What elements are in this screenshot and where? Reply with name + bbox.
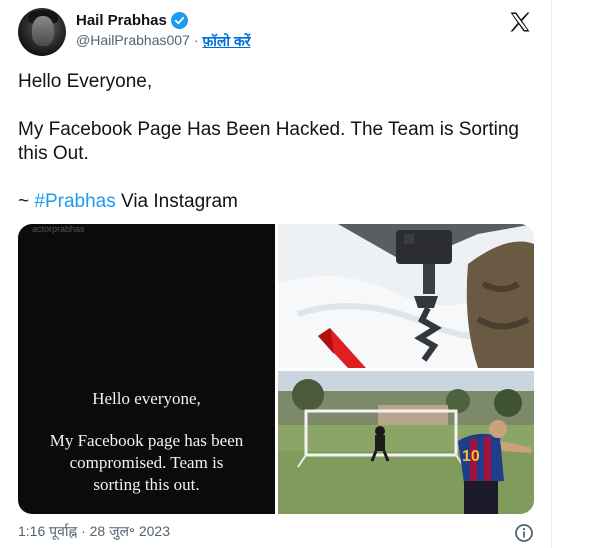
- story-handle: actorprabhas: [32, 224, 85, 234]
- verified-badge-icon: [170, 12, 188, 29]
- handle-row: @HailPrabhas007 · फ़ॉलो करें: [76, 32, 250, 51]
- tweet-spacer-2: [18, 166, 538, 190]
- media-football-image[interactable]: 10: [278, 371, 534, 514]
- football-scene: 10: [278, 371, 534, 514]
- timestamp[interactable]: 1:16 पूर्वाह्न · 28 जुल॰ 2023: [18, 523, 170, 539]
- follow-button[interactable]: फ़ॉलो करें: [203, 32, 251, 51]
- media-grid: actorprabhas Hello everyone, My Facebook…: [18, 224, 534, 514]
- hashtag-link[interactable]: #Prabhas: [34, 191, 115, 212]
- author-handle[interactable]: @HailPrabhas007: [76, 32, 190, 51]
- avatar[interactable]: [18, 8, 66, 56]
- author-name-row: Hail Prabhas: [76, 12, 250, 29]
- tweet-spacer-1: [18, 94, 538, 118]
- info-icon[interactable]: [514, 523, 534, 543]
- jersey-number: 10: [462, 448, 480, 465]
- story-line-4: sorting this out.: [93, 475, 200, 494]
- story-line-2: My Facebook page has been: [49, 431, 244, 450]
- tweet-header: Hail Prabhas @HailPrabhas007 · फ़ॉलो करे…: [18, 8, 534, 56]
- tweet-text: Hello Everyone, My Facebook Page Has Bee…: [18, 70, 538, 214]
- display-name[interactable]: Hail Prabhas: [76, 12, 167, 29]
- tweet-line-message: My Facebook Page Has Been Hacked. The Te…: [18, 119, 519, 164]
- x-logo-icon[interactable]: [508, 10, 532, 34]
- tweet-card: Hail Prabhas @HailPrabhas007 · फ़ॉलो करे…: [0, 0, 552, 548]
- story-line-1: Hello everyone,: [92, 389, 201, 408]
- handle-separator: ·: [193, 32, 199, 48]
- tweet-footer: 1:16 पूर्वाह्न · 28 जुल॰ 2023: [18, 522, 534, 544]
- author-block: Hail Prabhas @HailPrabhas007 · फ़ॉलो करे…: [76, 12, 250, 51]
- story-line-3: compromised. Team is: [69, 453, 224, 472]
- media-drill-image[interactable]: [278, 224, 534, 368]
- source-prefix: ~: [18, 191, 35, 212]
- tweet-line-source: ~ #Prabhas Via Instagram: [18, 190, 538, 214]
- drill-scene: [278, 224, 534, 368]
- tweet-line-greeting: Hello Everyone,: [18, 71, 153, 92]
- source-suffix: Via Instagram: [115, 191, 238, 212]
- avatar-face: [32, 16, 54, 46]
- media-story-image[interactable]: actorprabhas Hello everyone, My Facebook…: [18, 224, 275, 514]
